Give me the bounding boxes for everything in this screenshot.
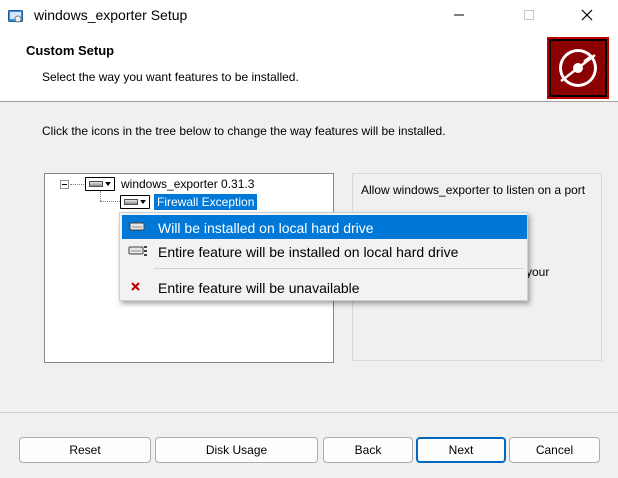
chevron-down-icon [105, 182, 111, 186]
footer-divider [0, 412, 618, 413]
feature-description: Allow windows_exporter to listen on a po… [361, 183, 586, 197]
menu-item-unavailable[interactable]: Entire feature will be unavailable [122, 275, 527, 299]
menu-separator [154, 268, 524, 269]
root-feature-state-button[interactable] [85, 177, 115, 191]
maximize-button[interactable] [506, 0, 552, 32]
header-panel: Custom Setup Select the way you want fea… [0, 32, 618, 102]
feature-description-fragment: your [526, 265, 550, 279]
close-icon [581, 9, 593, 24]
instructions-text: Click the icons in the tree below to cha… [42, 124, 446, 138]
page-subtitle: Select the way you want features to be i… [42, 70, 299, 84]
hard-drive-icon [124, 199, 138, 205]
reset-button[interactable]: Reset [19, 437, 151, 463]
firewall-feature-state-button[interactable] [120, 195, 150, 209]
banner-logo [547, 37, 609, 99]
close-button[interactable] [564, 0, 610, 32]
maximize-icon [524, 9, 534, 23]
tree-connector [100, 201, 120, 202]
hard-drive-icon [89, 181, 103, 187]
red-x-icon [128, 281, 148, 293]
install-state-menu: Will be installed on local hard drive En… [119, 212, 528, 301]
menu-item-label: Will be installed on local hard drive [158, 220, 374, 236]
next-button[interactable]: Next [416, 437, 506, 463]
installer-icon [8, 8, 24, 24]
menu-item-install-local[interactable]: Will be installed on local hard drive [122, 215, 527, 239]
hard-drive-all-icon [128, 245, 148, 257]
tree-node-firewall-exception[interactable]: Firewall Exception [154, 194, 258, 210]
title-bar: windows_exporter Setup [0, 0, 618, 32]
cancel-button[interactable]: Cancel [509, 437, 600, 463]
tree-connector [100, 191, 101, 201]
collapse-toggle-icon[interactable] [60, 180, 69, 189]
menu-item-label: Entire feature will be unavailable [158, 280, 360, 296]
hard-drive-icon [128, 221, 148, 233]
menu-item-install-entire-local[interactable]: Entire feature will be installed on loca… [122, 239, 527, 263]
menu-item-label: Entire feature will be installed on loca… [158, 244, 459, 260]
tree-connector [70, 184, 84, 185]
minimize-icon [454, 9, 464, 23]
chevron-down-icon [140, 200, 146, 204]
tree-node-root[interactable]: windows_exporter 0.31.3 [118, 176, 257, 192]
page-title: Custom Setup [26, 43, 115, 58]
back-button[interactable]: Back [323, 437, 413, 463]
minimize-button[interactable] [436, 0, 482, 32]
disk-usage-button[interactable]: Disk Usage [155, 437, 318, 463]
window-title: windows_exporter Setup [34, 7, 188, 23]
